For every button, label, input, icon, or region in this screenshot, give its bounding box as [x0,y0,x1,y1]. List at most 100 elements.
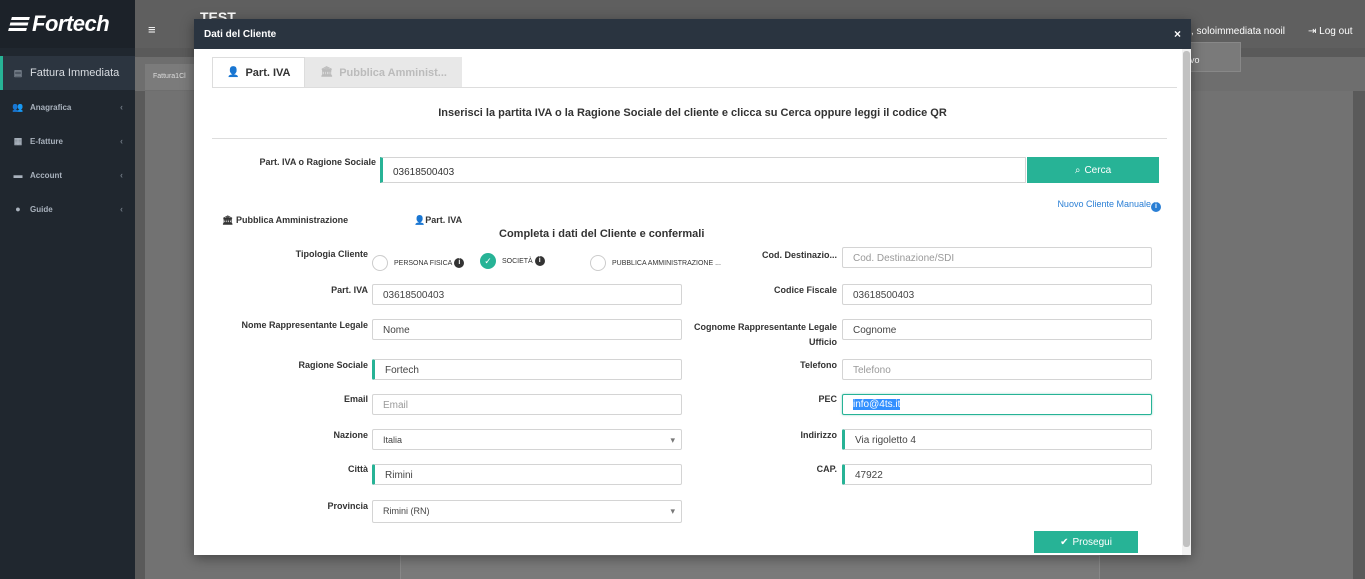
tab-part-iva[interactable]: 👤 Part. IVA [212,57,306,87]
sidebar-item-label: Anagrafica [30,102,72,112]
cognome-label-line1: Cognome Rappresentante Legale [693,322,837,332]
indirizzo-input[interactable]: Via rigoletto 4 [842,429,1152,450]
cap-input[interactable]: 47922 [842,464,1152,485]
pec-label: PEC [818,394,837,404]
user-name: , soloimmediata nooil [1191,26,1285,37]
bank-icon: 🏛 [320,67,334,78]
subtab-piva[interactable]: 👤Part. IVA [414,215,462,226]
chevron-left-icon: ‹ [120,204,123,214]
table-icon: ▦ [13,135,23,146]
provincia-select[interactable]: Rimini (RN) [372,500,682,523]
ragione-input[interactable]: Fortech [372,359,682,380]
citta-input[interactable]: Rimini [372,464,682,485]
check-icon: ✔ [1060,536,1069,548]
sidebar: Fortech ▤ Fattura Immediata 👥 Anagrafica… [0,0,135,579]
nome-label: Nome Rappresentante Legale [241,320,368,330]
scrollbar-thumb[interactable] [1183,51,1190,547]
background-box: vo [1185,42,1241,72]
bank-icon: 🏛 [222,215,234,225]
info-icon: i [534,256,545,266]
section-title: Completa i dati del Cliente e confermali [499,228,705,240]
search-label: Part. IVA o Ragione Sociale [259,157,376,167]
ragione-label: Ragione Sociale [298,360,368,370]
search-input[interactable]: 03618500403 [380,157,1026,183]
sidebar-item-account[interactable]: ▬ Account ‹ [0,158,135,192]
brand-logo: Fortech [0,0,135,48]
pec-value-selected: info@4ts.it [853,399,901,410]
telefono-label: Telefono [800,360,837,370]
sidebar-item-label: Account [30,170,62,180]
new-client-link-label: Nuovo Cliente Manuale [1057,199,1151,209]
tab-divider [212,87,1177,88]
subtab-label: Part. IVA [425,215,463,225]
tab-label: Pubblica Amminist... [339,66,447,79]
modal-title: Dati del Cliente [204,28,277,40]
hamburger-icon[interactable]: ≡ [148,22,156,37]
cognome-label: Cognome Rappresentante Legale Ufficio [684,320,837,350]
brand-name: Fortech [32,11,110,36]
email-input[interactable]: Email [372,394,682,415]
provincia-value: Rimini (RN) [383,506,430,516]
search-icon: ⌕ [1074,164,1081,176]
logo-bars-icon [8,17,30,31]
search-button[interactable]: ⌕ Cerca [1027,157,1159,183]
radio-societa[interactable]: ✓ SOCIETÀ i [480,253,545,269]
background-panel [400,555,1100,579]
radio-circle [372,255,388,271]
sidebar-item-efatture[interactable]: ▦ E-fatture ‹ [0,124,135,158]
sidebar-item-label: E-fatture [30,136,63,146]
chevron-left-icon: ‹ [120,102,123,112]
info-icon: ● [15,204,21,214]
logout-button[interactable]: ⇥ Log out [1308,26,1353,37]
close-icon[interactable]: × [1174,27,1181,41]
citta-label: Città [348,464,368,474]
tipologia-label: Tipologia Cliente [295,249,368,259]
divider [212,138,1167,139]
modal-header: Dati del Cliente [194,19,1191,49]
radio-circle [590,255,606,271]
radio-label: PERSONA FISICA [394,259,453,267]
search-button-label: Cerca [1084,164,1112,176]
sidebar-item-guide[interactable]: ● Guide ‹ [0,192,135,226]
pec-input[interactable]: info@4ts.it [842,394,1152,415]
client-data-modal: Dati del Cliente × 👤 Part. IVA 🏛 Pubblic… [194,19,1191,555]
cognome-label-line2: Ufficio [809,337,837,347]
prosegui-button[interactable]: ✔ Prosegui [1034,531,1138,553]
nazione-label: Nazione [333,430,368,440]
cap-label: CAP. [816,464,837,474]
chevron-left-icon: ‹ [120,136,123,146]
instruction-text: Inserisci la partita IVA o la Ragione So… [438,107,947,119]
radio-label: PUBBLICA AMMINISTRAZIONE ... [612,259,721,267]
background-tab: Fattura1Cl [145,64,195,90]
cod-dest-input[interactable]: Cod. Destinazione/SDI [842,247,1152,268]
radio-persona-fisica[interactable]: PERSONA FISICA i [372,255,465,271]
tab-pubblica-amministrazione[interactable]: 🏛 Pubblica Amminist... [305,57,462,87]
cf-label: Codice Fiscale [773,285,837,295]
telefono-input[interactable]: Telefono [842,359,1152,380]
chevron-left-icon: ‹ [120,170,123,180]
radio-pubblica-amministrazione[interactable]: PUBBLICA AMMINISTRAZIONE ... [590,255,721,271]
info-icon: i [454,258,465,268]
nazione-select[interactable]: Italia [372,429,682,450]
info-icon: i [1151,202,1161,212]
user-icon: 👤 [414,215,426,225]
logout-label: Log out [1319,26,1353,37]
sidebar-item-anagrafica[interactable]: 👥 Anagrafica ‹ [0,90,135,124]
new-client-link[interactable]: Nuovo Cliente Manuale i [1057,199,1161,212]
sidebar-item-fattura-immediata[interactable]: ▤ Fattura Immediata [0,56,135,90]
piva-input[interactable]: 03618500403 [372,284,682,305]
nome-input[interactable]: Nome [372,319,682,340]
nazione-value: Italia [383,435,403,445]
user-icon: 👤 [227,67,240,78]
email-label: Email [343,394,368,404]
piva-label: Part. IVA [331,285,368,295]
subtab-label: Pubblica Amministrazione [235,215,349,225]
subtab-pa[interactable]: 🏛 Pubblica Amministrazione [222,215,348,226]
cf-input[interactable]: 03618500403 [842,284,1152,305]
tab-label: Part. IVA [245,66,291,79]
radio-label: SOCIETÀ [502,257,533,265]
sidebar-item-label: Guide [30,204,53,214]
sidebar-item-label: Fattura Immediata [30,67,120,79]
prosegui-label: Prosegui [1072,536,1112,548]
cognome-input[interactable]: Cognome [842,319,1152,340]
